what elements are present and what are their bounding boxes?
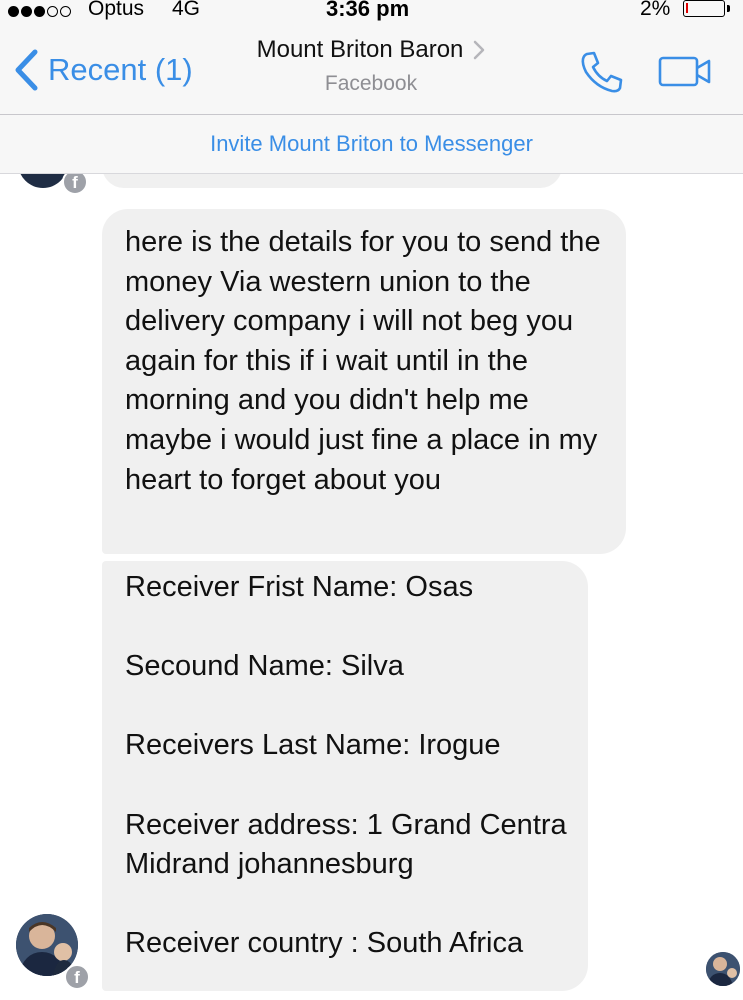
- contact-name: Mount Briton Baron: [256, 36, 464, 63]
- facebook-icon: f: [62, 174, 88, 195]
- battery-nub: [727, 5, 730, 12]
- video-call-button[interactable]: [658, 56, 714, 88]
- read-receipt-avatar: [706, 952, 740, 986]
- battery-percentage: 2%: [640, 0, 671, 20]
- video-camera-icon: [658, 56, 711, 87]
- network-type: 4G: [172, 0, 201, 20]
- facebook-icon: f: [64, 964, 90, 990]
- back-button-label: Recent (1): [48, 52, 193, 87]
- message-bubble[interactable]: Receiver Frist Name: Osas Secound Name: …: [102, 561, 588, 991]
- carrier-name: Optus: [88, 0, 145, 20]
- person-photo-icon: [706, 952, 740, 986]
- conversation-title[interactable]: Mount Briton Baron Facebook: [242, 36, 500, 96]
- signal-strength-icon: [8, 1, 71, 21]
- chevron-left-icon: [15, 49, 38, 91]
- battery-icon: [683, 0, 725, 17]
- contact-source: Facebook: [324, 72, 418, 95]
- previous-message-bubble: [102, 174, 562, 188]
- call-button[interactable]: [578, 50, 626, 94]
- phone-icon: [581, 51, 623, 93]
- back-button[interactable]: Recent (1): [14, 49, 193, 91]
- chevron-right-icon: [474, 40, 485, 60]
- status-time: 3:36 pm: [326, 0, 410, 21]
- contact-avatar: [18, 174, 68, 188]
- message-list: f here is the details for you to send th…: [0, 174, 743, 1000]
- invite-to-messenger-link[interactable]: Invite Mount Briton to Messenger: [0, 115, 743, 174]
- message-bubble[interactable]: here is the details for you to send the …: [102, 209, 626, 554]
- status-bar: Optus 4G 3:36 pm 2%: [0, 0, 743, 22]
- navigation-bar: Recent (1) Mount Briton Baron Facebook: [0, 22, 743, 115]
